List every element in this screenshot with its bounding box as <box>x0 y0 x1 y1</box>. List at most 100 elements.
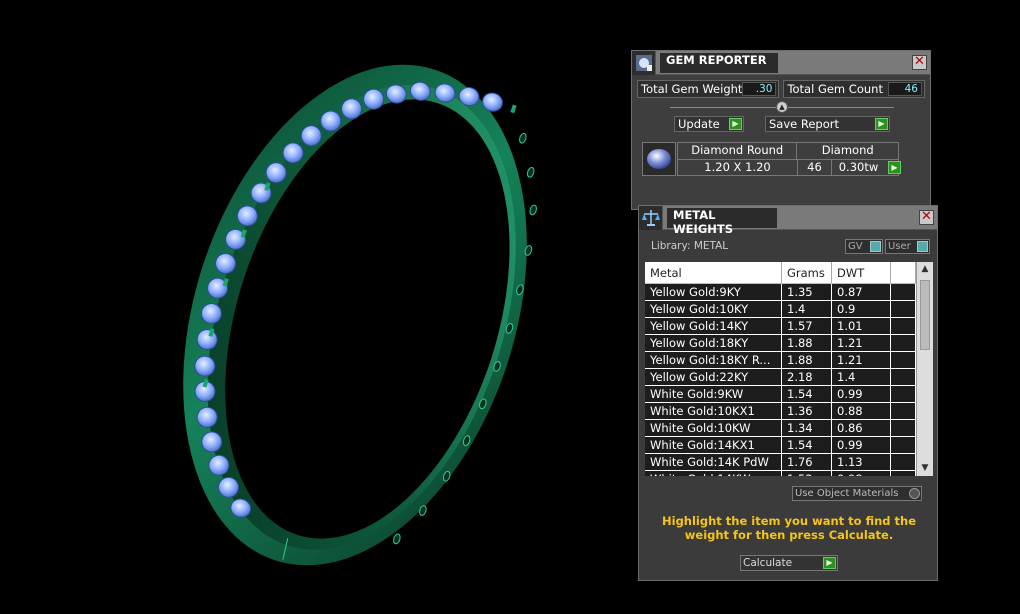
gem-count: 46 <box>798 160 832 175</box>
extra-cell <box>891 369 916 385</box>
grams-cell: 1.57 <box>782 318 832 334</box>
table-row[interactable]: Yellow Gold:18KY R... 1.88 1.21 <box>645 352 933 369</box>
gem-shape: Diamond Round <box>678 143 798 159</box>
extra-cell <box>891 471 916 476</box>
close-icon[interactable]: ✕ <box>912 55 927 70</box>
calculate-button-label: Calculate <box>743 557 793 569</box>
calculate-hint: Highlight the item you want to find the … <box>662 514 916 542</box>
total-gem-count-value[interactable]: 46 <box>888 82 922 96</box>
grams-cell: 1.35 <box>782 284 832 300</box>
metal-cell: Yellow Gold:14KY <box>645 318 782 334</box>
scroll-down-icon[interactable]: ▼ <box>917 461 933 476</box>
play-icon[interactable]: ▶ <box>888 161 901 174</box>
grams-cell: 1.76 <box>782 454 832 470</box>
play-icon: ▶ <box>823 557 836 569</box>
table-row[interactable]: White Gold:14K PdW 1.76 1.13 <box>645 454 933 471</box>
user-toggle[interactable]: User <box>885 239 930 254</box>
metal-cell: White Gold:14K PdW <box>645 454 782 470</box>
gem-reporter-title: GEM REPORTER <box>660 53 778 73</box>
total-gem-count-label: Total Gem Count <box>787 82 883 96</box>
use-object-materials-label: Use Object Materials <box>795 488 899 499</box>
metal-cell: Yellow Gold:18KY <box>645 335 782 351</box>
table-row[interactable]: Yellow Gold:10KY 1.4 0.9 <box>645 301 933 318</box>
radio-indicator-icon <box>909 488 920 499</box>
use-object-materials-toggle[interactable]: Use Object Materials <box>792 486 922 501</box>
gem-total-weight: 0.30tw ▶ <box>832 160 901 175</box>
metal-table-header: Metal Grams DWT <box>645 262 933 284</box>
extra-cell <box>891 437 916 453</box>
scroll-thumb[interactable] <box>920 280 930 350</box>
extra-cell <box>891 386 916 402</box>
total-gem-weight-group: Total Gem Weight .30 <box>637 80 780 98</box>
gv-toggle[interactable]: GV <box>845 239 883 254</box>
ring-group <box>183 64 537 566</box>
table-row[interactable]: Yellow Gold:14KY 1.57 1.01 <box>645 318 933 335</box>
metal-table-body: Yellow Gold:9KY 1.35 0.87 Yellow Gold:10KY 1… <box>645 284 933 476</box>
extra-cell <box>891 420 916 436</box>
metal-weights-title: METAL WEIGHTS <box>667 208 777 236</box>
extra-cell <box>891 301 916 317</box>
table-row[interactable]: Yellow Gold:18KY 1.88 1.21 <box>645 335 933 352</box>
table-row[interactable]: Yellow Gold:22KY 2.18 1.4 <box>645 369 933 386</box>
dwt-cell: 1.21 <box>832 335 891 351</box>
save-report-button-label: Save Report <box>769 117 840 131</box>
dwt-cell: 0.87 <box>832 284 891 300</box>
dwt-cell: 1.4 <box>832 369 891 385</box>
table-row[interactable]: White Gold:10KX1 1.36 0.88 <box>645 403 933 420</box>
metal-cell: Yellow Gold:22KY <box>645 369 782 385</box>
table-row[interactable]: White Gold:9KW 1.54 0.99 <box>645 386 933 403</box>
grams-cell: 1.34 <box>782 420 832 436</box>
table-row[interactable]: White Gold:10KW 1.34 0.86 <box>645 420 933 437</box>
dwt-cell: 0.86 <box>832 420 891 436</box>
scale-icon <box>639 206 663 230</box>
gem-reporter-icon <box>632 51 656 75</box>
calculate-button[interactable]: Calculate ▶ <box>740 555 838 571</box>
table-row[interactable]: Yellow Gold:9KY 1.35 0.87 <box>645 284 933 301</box>
column-header-extra <box>891 262 916 283</box>
play-icon: ▶ <box>875 118 888 130</box>
grams-cell: 1.53 <box>782 471 832 476</box>
extra-cell <box>891 403 916 419</box>
library-label: Library: METAL <box>651 240 729 252</box>
save-report-button[interactable]: Save Report ▶ <box>765 116 890 132</box>
table-row[interactable]: White Gold:14KW1.530.98 <box>645 471 933 476</box>
grams-cell: 1.36 <box>782 403 832 419</box>
user-toggle-label: User <box>888 241 911 252</box>
extra-cell <box>891 318 916 334</box>
gem-reporter-titlebar[interactable]: GEM REPORTER ✕ <box>632 51 930 75</box>
toggle-indicator-icon <box>870 241 881 252</box>
table-row[interactable]: White Gold:14KX1 1.54 0.99 <box>645 437 933 454</box>
extra-cell <box>891 284 916 300</box>
grams-cell: 1.88 <box>782 352 832 368</box>
metal-cell: White Gold:9KW <box>645 386 782 402</box>
panel-resize-handle[interactable]: ▲ <box>776 101 788 113</box>
metal-table: Metal Grams DWT Yellow Gold:9KY 1.35 0.87 Y… <box>645 262 933 476</box>
metal-cell: White Gold:14KX1 <box>645 437 782 453</box>
total-gem-weight-label: Total Gem Weight <box>641 82 743 96</box>
dwt-cell: 0.99 <box>832 437 891 453</box>
gem-row[interactable]: Diamond Round Diamond 1.20 X 1.20 46 0.3… <box>677 142 901 176</box>
play-icon: ▶ <box>729 118 742 130</box>
grams-cell: 2.18 <box>782 369 832 385</box>
3d-viewport[interactable] <box>0 0 630 614</box>
extra-cell <box>891 454 916 470</box>
metal-cell: Yellow Gold:9KY <box>645 284 782 300</box>
metal-cell: White Gold:10KW <box>645 420 782 436</box>
close-icon[interactable]: ✕ <box>919 210 934 225</box>
update-button[interactable]: Update ▶ <box>674 116 744 132</box>
dwt-cell: 0.9 <box>832 301 891 317</box>
toggle-indicator-icon <box>917 241 928 252</box>
column-header-metal[interactable]: Metal <box>645 262 782 283</box>
metal-cell: Yellow Gold:18KY R... <box>645 352 782 368</box>
column-header-dwt[interactable]: DWT <box>832 262 891 283</box>
gem-list: Diamond Round Diamond 1.20 X 1.20 46 0.3… <box>642 142 901 176</box>
gem-reporter-panel: GEM REPORTER ✕ Total Gem Weight .30 Tota… <box>631 50 931 210</box>
column-header-grams[interactable]: Grams <box>782 262 832 283</box>
dwt-cell: 0.99 <box>832 386 891 402</box>
gem-total-weight-value: 0.30tw <box>838 160 879 174</box>
metal-table-scrollbar[interactable]: ▲ ▼ <box>916 262 933 476</box>
scroll-up-icon[interactable]: ▲ <box>917 262 933 277</box>
metal-cell: White Gold:14KW <box>645 471 782 476</box>
metal-weights-titlebar[interactable]: METAL WEIGHTS ✕ <box>639 206 937 236</box>
total-gem-weight-value[interactable]: .30 <box>742 82 777 96</box>
